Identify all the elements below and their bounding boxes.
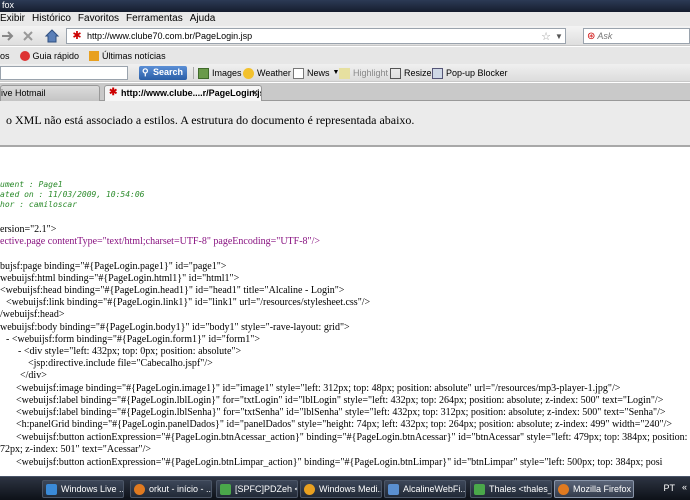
menu-favoritos[interactable]: Favoritos bbox=[74, 12, 122, 26]
messenger-icon bbox=[46, 484, 57, 495]
news-button[interactable]: News ▼ bbox=[293, 67, 339, 79]
code-button-limpar: <webuijsf:button actionExpression="#{Pag… bbox=[16, 457, 663, 468]
code-button-acessar: <webuijsf:button actionExpression="#{Pag… bbox=[16, 432, 690, 443]
bookmark-os[interactable]: os bbox=[0, 51, 10, 61]
popup-blocker-icon bbox=[432, 67, 443, 79]
code-head-close: /webuijsf:head> bbox=[0, 309, 65, 320]
code-div[interactable]: - <div style="left: 432px; top: 0px; pos… bbox=[18, 346, 241, 358]
code-label-login: <webuijsf:label binding="#{PageLogin.lbl… bbox=[16, 395, 664, 406]
weather-button[interactable]: Weather bbox=[243, 67, 291, 79]
address-url[interactable]: http://www.clube70.com.br/PageLogin.jsp bbox=[87, 31, 539, 41]
window-title: fox bbox=[2, 0, 15, 10]
code-button-acessar-cont: 72px; z-index: 501" text="Acessar"/> bbox=[0, 444, 151, 455]
tab-bar: ive Hotmail ✱ http://www.clube....r/Page… bbox=[0, 83, 690, 101]
chat-icon bbox=[220, 484, 231, 495]
highlight-button[interactable]: Highlight bbox=[339, 67, 388, 79]
images-button[interactable]: Images bbox=[198, 67, 242, 79]
code-page[interactable]: bujsf:page binding="#{PageLogin.page1}" … bbox=[0, 261, 226, 273]
search-toolbar: ⚲ Search Images Weather News ▼ Highlight… bbox=[0, 64, 690, 82]
menu-historico[interactable]: Histórico bbox=[28, 12, 74, 26]
netbeans-icon bbox=[388, 484, 399, 495]
navigation-toolbar: ✱ http://www.clube70.com.br/PageLogin.js… bbox=[0, 26, 690, 46]
home-icon[interactable] bbox=[44, 28, 60, 44]
code-body[interactable]: webuijsf:body binding="#{PageLogin.body1… bbox=[0, 322, 350, 334]
rss-icon bbox=[89, 50, 100, 61]
images-icon bbox=[198, 67, 209, 79]
tab-close-icon[interactable]: × bbox=[252, 86, 258, 101]
taskbar-item-thales[interactable]: Thales <thales_... bbox=[470, 480, 552, 498]
address-bar[interactable]: ✱ http://www.clube70.com.br/PageLogin.js… bbox=[66, 28, 566, 44]
xml-document-view: ument : Page1 ated on : 11/03/2009, 10:5… bbox=[0, 149, 690, 474]
weather-icon bbox=[243, 67, 254, 79]
code-label-senha: <webuijsf:label binding="#{PageLogin.lbl… bbox=[16, 407, 666, 418]
forward-icon[interactable] bbox=[0, 28, 16, 44]
code-directive-page: ective.page contentType="text/html;chars… bbox=[0, 236, 321, 247]
taskbar-item-firefox[interactable]: Mozilla Firefox bbox=[554, 480, 634, 498]
toolbar-separator bbox=[193, 67, 194, 79]
search-box[interactable]: ⊛ bbox=[583, 28, 690, 44]
site-favicon-icon: ✱ bbox=[72, 30, 82, 42]
tab-favicon-icon: ✱ bbox=[109, 87, 118, 98]
search-input[interactable] bbox=[597, 31, 668, 41]
menu-exibir[interactable]: Exibir bbox=[0, 12, 28, 26]
code-html[interactable]: webuijsf:html binding="#{PageLogin.html1… bbox=[0, 273, 239, 285]
guide-icon bbox=[19, 50, 30, 61]
news-icon bbox=[293, 67, 304, 79]
tray-expand-icon[interactable]: « bbox=[682, 482, 687, 492]
resize-icon bbox=[390, 67, 401, 79]
popup-blocker-button[interactable]: Pop-up Blocker bbox=[432, 67, 508, 79]
magnifier-icon: ⚲ bbox=[142, 67, 149, 77]
taskbar-item-windows-media[interactable]: Windows Medi... bbox=[300, 480, 382, 498]
code-div-close: </div> bbox=[20, 370, 47, 381]
search-engine-icon[interactable]: ⊛ bbox=[584, 31, 597, 42]
window-title-bar: fox bbox=[0, 0, 690, 12]
chat-icon bbox=[474, 484, 485, 495]
menu-ferramentas[interactable]: Ferramentas bbox=[122, 12, 186, 26]
xml-info-bar: o XML não está associado a estilos. A es… bbox=[0, 101, 690, 147]
toolbar-search-field[interactable] bbox=[0, 66, 128, 80]
xml-info-message: o XML não está associado a estilos. A es… bbox=[6, 113, 415, 127]
firefox-icon bbox=[134, 484, 145, 495]
menu-bar: Exibir Histórico Favoritos Ferramentas A… bbox=[0, 12, 690, 26]
taskbar-item-orkut[interactable]: orkut - início - ... bbox=[130, 480, 212, 498]
code-include: <jsp:directive.include file="Cabecalho.j… bbox=[28, 358, 213, 369]
code-form[interactable]: - <webuijsf:form binding="#{PageLogin.fo… bbox=[6, 334, 260, 346]
taskbar: Windows Live ... orkut - início - ... [S… bbox=[0, 476, 690, 500]
taskbar-item-windows-live[interactable]: Windows Live ... bbox=[42, 480, 124, 498]
code-head[interactable]: <webuijsf:head binding="#{PageLogin.head… bbox=[0, 285, 344, 297]
taskbar-item-alcaline[interactable]: AlcalineWebFi... bbox=[384, 480, 466, 498]
media-player-icon bbox=[304, 484, 315, 495]
stop-icon[interactable] bbox=[20, 28, 36, 44]
firefox-icon bbox=[558, 484, 569, 495]
code-version: ersion="2.1"> bbox=[0, 224, 57, 235]
bookmarks-bar: os Guia rápido Últimas notícias bbox=[0, 47, 690, 64]
bookmark-guia-rapido[interactable]: Guia rápido bbox=[19, 50, 79, 61]
code-image: <webuijsf:image binding="#{PageLogin.ima… bbox=[16, 383, 621, 394]
toolbar-search-button[interactable]: ⚲ Search bbox=[139, 66, 187, 80]
language-indicator[interactable]: PT bbox=[663, 483, 675, 493]
menu-ajuda[interactable]: Ajuda bbox=[186, 12, 219, 26]
bookmark-ultimas-noticias[interactable]: Últimas notícias bbox=[89, 50, 166, 61]
bookmark-star-icon[interactable]: ☆ bbox=[539, 30, 553, 43]
url-dropdown-icon[interactable]: ▼ bbox=[553, 32, 565, 41]
resize-button[interactable]: Resize bbox=[390, 67, 432, 79]
tab-hotmail[interactable]: ive Hotmail bbox=[0, 85, 100, 101]
taskbar-item-spfc[interactable]: [SPFC]PDZeh <... bbox=[216, 480, 298, 498]
comment-author: hor : camiloscar bbox=[0, 200, 78, 209]
code-link: <webuijsf:link binding="#{PageLogin.link… bbox=[6, 297, 371, 308]
tab-pagelogin[interactable]: ✱ http://www.clube....r/PageLogin.jsp × bbox=[104, 85, 262, 101]
highlight-icon bbox=[339, 67, 350, 79]
code-panelgrid: <h:panelGrid binding="#{PageLogin.panelD… bbox=[16, 419, 673, 430]
